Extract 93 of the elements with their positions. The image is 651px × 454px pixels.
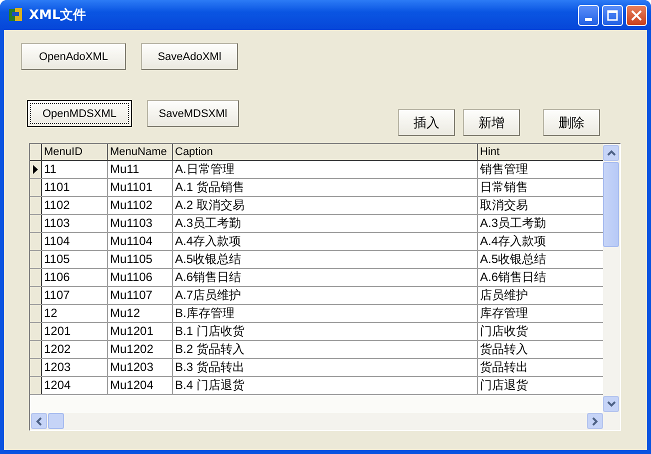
table-cell: Mu1107 xyxy=(108,287,173,304)
table-cell-text: 销售管理 xyxy=(479,161,529,178)
table-cell-text: A.4存入款项 xyxy=(479,233,548,250)
scroll-down-button[interactable] xyxy=(603,396,619,412)
table-cell: 1204 xyxy=(42,377,108,394)
current-row-icon xyxy=(33,165,38,174)
table-cell: A.1 货品销售 xyxy=(173,179,478,196)
horizontal-scrollbar[interactable] xyxy=(30,413,620,430)
table-cell: Mu12 xyxy=(108,305,173,322)
scroll-up-button[interactable] xyxy=(603,145,619,161)
button[interactable]: SaveMDSXMl xyxy=(147,100,239,127)
row-indicator[interactable] xyxy=(30,359,42,376)
table-cell: Mu1101 xyxy=(108,179,173,196)
scroll-thumb[interactable] xyxy=(48,413,64,429)
table-cell: 1107 xyxy=(42,287,108,304)
table-cell-text: 店员维护 xyxy=(479,287,529,304)
column-header[interactable]: Caption xyxy=(173,144,478,160)
table-cell: Mu1102 xyxy=(108,197,173,214)
table-cell-text: A.6销售日结 xyxy=(479,269,548,286)
row-indicator[interactable] xyxy=(30,269,42,286)
maximize-button[interactable] xyxy=(602,4,623,26)
row-indicator[interactable] xyxy=(30,251,42,268)
close-icon xyxy=(631,10,642,20)
row-indicator[interactable] xyxy=(30,323,42,340)
button[interactable]: SaveAdoXMl xyxy=(141,43,238,70)
table-cell: A.5收银总结 xyxy=(173,251,478,268)
scroll-right-button[interactable] xyxy=(587,413,603,429)
table-cell: A.3员工考勤 xyxy=(173,215,478,232)
table-cell-text: 取消交易 xyxy=(479,197,529,214)
row-indicator[interactable] xyxy=(30,179,42,196)
table-cell: Mu1202 xyxy=(108,341,173,358)
table-cell-text: A.3员工考勤 xyxy=(479,215,548,232)
button[interactable]: 新增 xyxy=(463,109,520,136)
table-cell: Mu1104 xyxy=(108,233,173,250)
table-cell: 11 xyxy=(42,161,108,178)
table-cell: 12 xyxy=(42,305,108,322)
row-indicator[interactable] xyxy=(30,197,42,214)
table-cell-text: 门店收货 xyxy=(479,323,529,340)
table-cell: B.库存管理 xyxy=(173,305,478,322)
table-cell: Mu1203 xyxy=(108,359,173,376)
table-cell: A.日常管理 xyxy=(173,161,478,178)
table-cell: 1202 xyxy=(42,341,108,358)
column-header[interactable]: MenuID xyxy=(42,144,108,160)
button[interactable]: OpenAdoXML xyxy=(21,43,126,70)
table-cell: B.4 门店退货 xyxy=(173,377,478,394)
row-indicator[interactable] xyxy=(30,161,42,178)
table-cell: B.3 货品转出 xyxy=(173,359,478,376)
button[interactable]: 删除 xyxy=(543,109,600,136)
row-indicator[interactable] xyxy=(30,215,42,232)
button[interactable]: 插入 xyxy=(398,109,455,136)
table-cell: 1101 xyxy=(42,179,108,196)
minimize-icon xyxy=(585,18,592,20)
row-indicator[interactable] xyxy=(30,341,42,358)
scroll-thumb[interactable] xyxy=(603,162,619,247)
row-indicator[interactable] xyxy=(30,377,42,394)
table-cell: A.6销售日结 xyxy=(173,269,478,286)
table-cell: 1106 xyxy=(42,269,108,286)
table-cell: Mu1201 xyxy=(108,323,173,340)
table-cell: Mu1106 xyxy=(108,269,173,286)
table-cell: 1102 xyxy=(42,197,108,214)
table-cell: B.1 门店收货 xyxy=(173,323,478,340)
row-indicator[interactable] xyxy=(30,287,42,304)
table-cell: Mu1204 xyxy=(108,377,173,394)
table-cell-text: A.5收银总结 xyxy=(479,251,548,268)
row-indicator[interactable] xyxy=(30,233,42,250)
close-button[interactable] xyxy=(626,4,647,26)
table-cell: Mu1103 xyxy=(108,215,173,232)
maximize-icon xyxy=(607,10,618,20)
table-cell: B.2 货品转入 xyxy=(173,341,478,358)
table-cell: 1103 xyxy=(42,215,108,232)
table-cell: 1203 xyxy=(42,359,108,376)
table-cell-text: 门店退货 xyxy=(479,377,529,394)
table-cell: A.4存入款项 xyxy=(173,233,478,250)
table-cell: 1105 xyxy=(42,251,108,268)
table-cell-text: 货品转出 xyxy=(479,359,529,376)
button[interactable]: OpenMDSXML xyxy=(27,100,132,127)
table-cell-text: 货品转入 xyxy=(479,341,529,358)
window-title: XML文件 xyxy=(29,6,86,24)
table-cell: A.7店员维护 xyxy=(173,287,478,304)
scroll-left-button[interactable] xyxy=(31,413,47,429)
table-cell-text: 库存管理 xyxy=(479,305,529,322)
table-cell: 1104 xyxy=(42,233,108,250)
table-cell-text: 日常销售 xyxy=(479,179,529,196)
column-header[interactable]: Hint xyxy=(478,144,603,160)
table-cell: A.2 取消交易 xyxy=(173,197,478,214)
vertical-scrollbar[interactable] xyxy=(603,144,620,413)
table-cell: Mu11 xyxy=(108,161,173,178)
minimize-button[interactable] xyxy=(578,4,599,26)
row-indicator[interactable] xyxy=(30,305,42,322)
table-cell: 1201 xyxy=(42,323,108,340)
app-icon xyxy=(8,7,24,23)
column-header[interactable]: MenuName xyxy=(108,144,173,160)
table-cell: Mu1105 xyxy=(108,251,173,268)
